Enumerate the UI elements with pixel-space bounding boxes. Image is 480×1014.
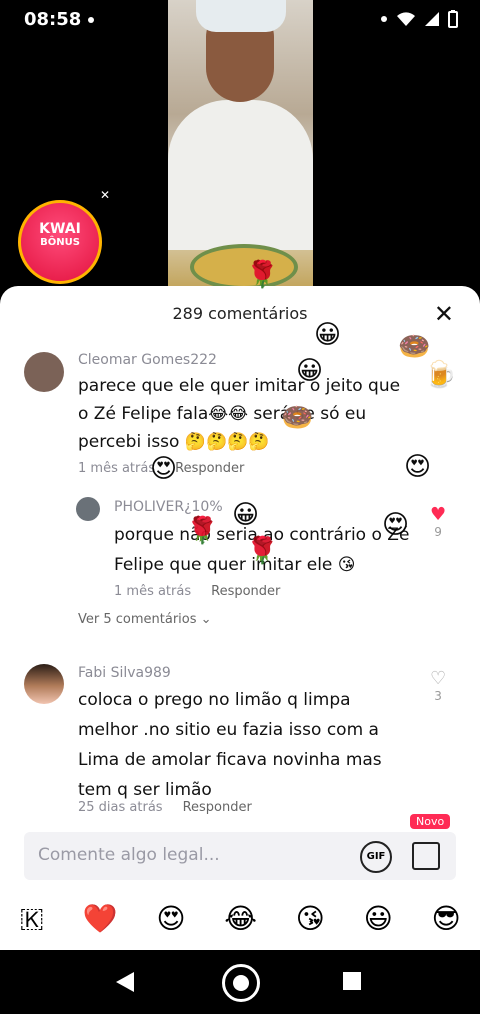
smile-emoji-icon: 😀 (296, 356, 324, 386)
laughing-emoji-button[interactable]: 😂 (224, 902, 257, 935)
comment-author[interactable]: Fabi Silva989 (78, 665, 171, 681)
kwai-badge-line1: KWAI (39, 221, 81, 237)
video-melon (190, 244, 298, 290)
heart-emoji-button[interactable]: ❤️ (83, 902, 118, 935)
video-person-shirt (168, 100, 313, 250)
comment-text-line: parece que ele quer imitar o jeito que (78, 376, 401, 396)
smile-emoji-button[interactable]: 😃 (364, 902, 393, 935)
avatar[interactable] (24, 352, 64, 392)
more-replies-label: Ver 5 comentários (78, 612, 197, 627)
comment-meta: 25 dias atrás Responder (78, 800, 272, 815)
comment-text-line: Lima de amolar ficava novinha mas (78, 750, 382, 770)
donut-icon: 🍩 (398, 332, 431, 362)
beer-icon: 🍺 (424, 360, 457, 390)
smile-emoji-icon: 😀 (314, 320, 342, 350)
like-button[interactable]: ♥ 9 (430, 504, 446, 539)
reply-button[interactable]: Responder (183, 800, 252, 815)
avatar[interactable] (76, 497, 100, 521)
reply-button[interactable]: Responder (175, 461, 244, 476)
home-icon[interactable] (222, 964, 260, 1002)
signal-icon (425, 12, 439, 26)
like-button[interactable]: ♡ 3 (430, 668, 446, 703)
dot-icon (381, 16, 387, 22)
emoji-bar: 🇰 ❤️ 😍 😂 😘 😃 😎 (0, 894, 480, 942)
comment-time: 25 dias atrás (78, 800, 163, 815)
notification-dot-icon (88, 17, 94, 23)
sunglasses-emoji-button[interactable]: 😎 (431, 902, 460, 935)
chevron-down-icon: ⌄ (200, 612, 212, 627)
heart-outline-icon: ♡ (430, 668, 447, 689)
video-player[interactable] (168, 0, 313, 290)
kwai-badge-line2: BÔNUS (40, 237, 80, 248)
heart-eyes-emoji-button[interactable]: 😍 (156, 902, 185, 935)
kiss-emoji-button[interactable]: 😘 (296, 902, 325, 935)
smile-emoji-icon: 😀 (232, 500, 260, 530)
rose-icon: 🌹 (246, 536, 279, 566)
comment-text-line: melhor .no sitio eu fazia isso com a (78, 720, 379, 740)
reply-button[interactable]: Responder (211, 584, 280, 599)
comment-time: 1 mês atrás (114, 584, 192, 599)
comments-sheet: 289 comentários ✕ Cleomar Gomes222 parec… (0, 286, 480, 950)
comment-input-bar[interactable]: Comente algo legal... GIF (24, 832, 456, 880)
heart-icon: ♥ (430, 504, 447, 525)
comment-time: 1 mês atrás (78, 461, 156, 476)
donut-icon: 🍩 (281, 403, 314, 433)
comment-text-line: o Zé Felipe fala😂😂 será se só eu (78, 404, 367, 424)
gif-button[interactable]: GIF (360, 841, 392, 873)
heart-eyes-emoji-icon: 😍 (150, 454, 178, 484)
like-count: 9 (434, 525, 442, 539)
more-replies-button[interactable]: Ver 5 comentários ⌄ (78, 612, 212, 627)
comments-title: 289 comentários (172, 304, 308, 323)
kwai-bonus-badge[interactable]: KWAI BÔNUS (18, 200, 102, 284)
comment-text-line: Felipe que quer imitar ele 😘 (114, 555, 356, 575)
battery-icon (448, 10, 458, 28)
system-nav-bar (0, 950, 480, 1014)
back-icon[interactable] (116, 972, 134, 992)
image-icon[interactable] (412, 842, 440, 870)
status-icons (380, 10, 458, 28)
recent-apps-icon[interactable] (343, 972, 361, 990)
video-person-cap (196, 0, 286, 32)
comment-author[interactable]: Cleomar Gomes222 (78, 352, 217, 368)
new-badge: Novo (410, 814, 451, 829)
kwai-emoji-button[interactable]: 🇰 (19, 901, 44, 935)
comment-author[interactable]: PHOLIVER¿10% (114, 499, 223, 515)
status-time: 08:58 (24, 9, 82, 30)
like-count: 3 (434, 689, 442, 703)
rose-icon: 🌹 (186, 516, 219, 546)
comment-meta: 1 mês atrás Responder (114, 584, 300, 599)
comment-input[interactable]: Comente algo legal... (38, 845, 220, 865)
heart-eyes-emoji-icon: 😍 (382, 510, 410, 540)
comment-text-line: coloca o prego no limão q limpa (78, 690, 351, 710)
close-icon[interactable]: ✕ (434, 300, 454, 328)
rose-icon: 🌹 (246, 260, 279, 290)
wifi-icon (397, 12, 415, 26)
heart-eyes-emoji-icon: 😍 (404, 452, 432, 482)
comment-text-line: percebi isso 🤔🤔🤔🤔 (78, 432, 270, 452)
kwai-close-icon[interactable]: ✕ (100, 188, 110, 202)
avatar[interactable] (24, 664, 64, 704)
